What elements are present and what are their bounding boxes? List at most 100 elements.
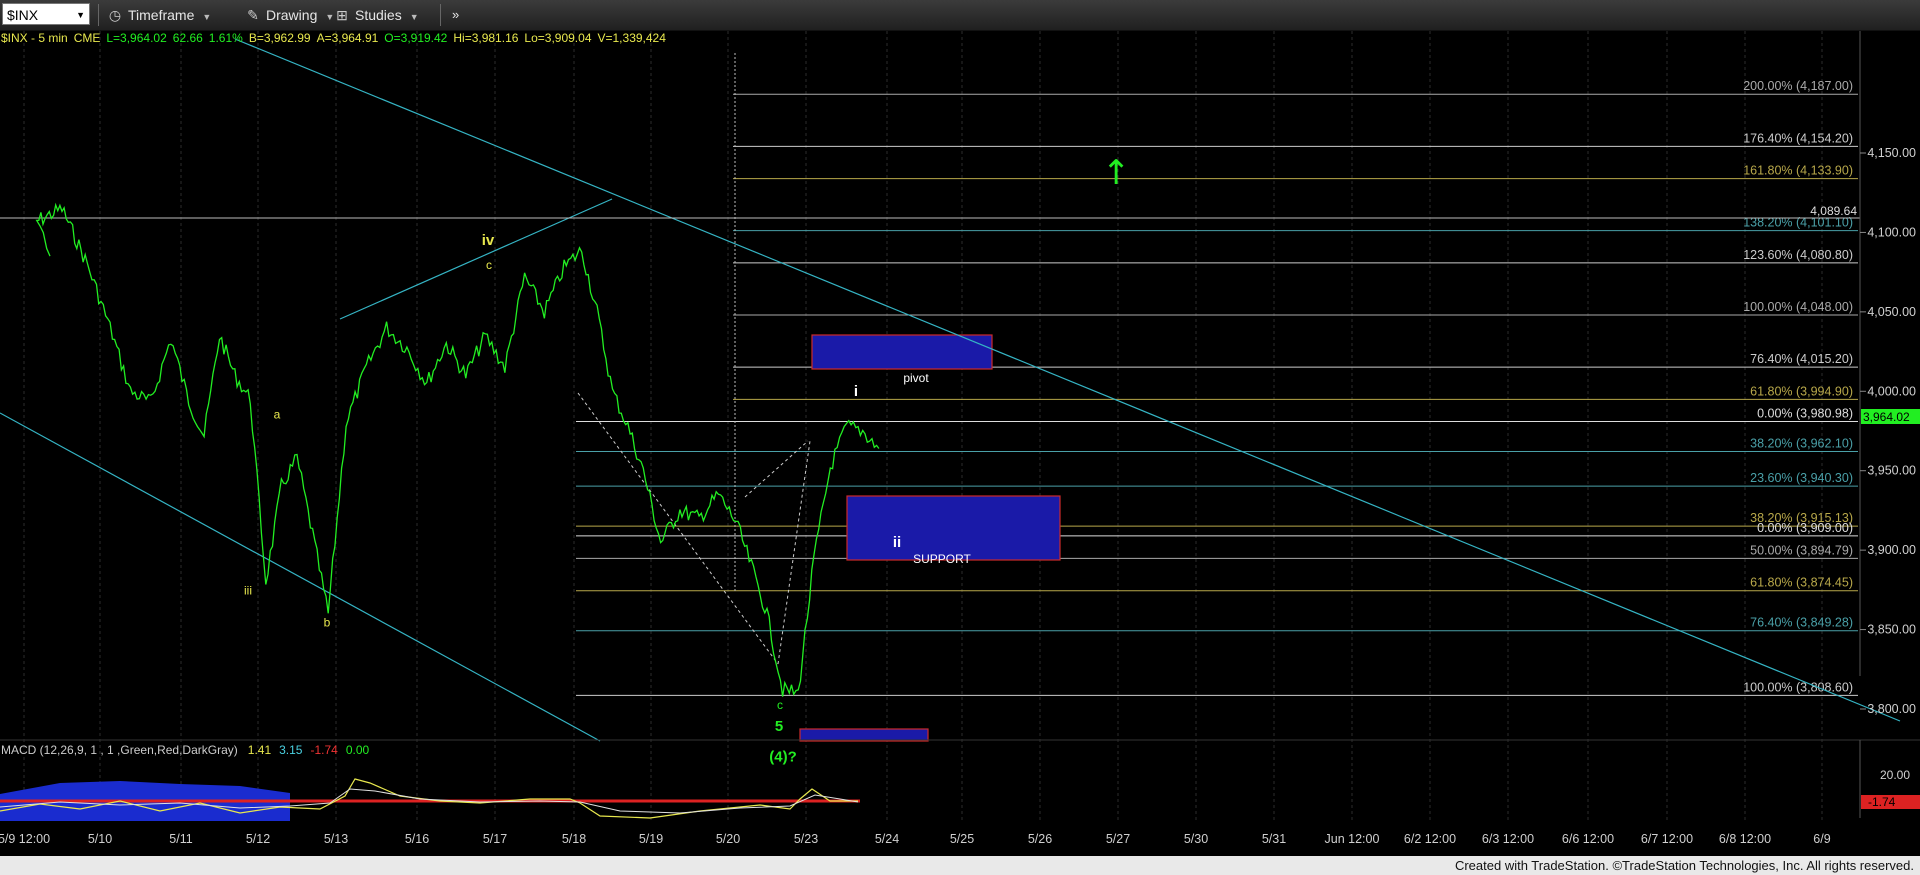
x-tick-label: 5/27 [1106,832,1130,846]
wave-label: a [274,407,281,421]
fib-level-label: 123.60% (4,080.80) [1743,248,1853,262]
toolbar-divider [440,4,441,26]
x-tick-label: 5/19 [639,832,663,846]
fib-level-label: 23.60% (3,940.30) [1750,471,1853,485]
caret-down-icon: ▼ [202,12,212,22]
wave-label: iii [244,584,252,598]
header-change: 62.66 [173,31,203,45]
header-low: Lo=3,909.04 [524,31,591,45]
fib-level-label: 200.00% (4,187.00) [1743,79,1853,93]
chart-area[interactable]: 200.00% (4,187.00) 176.40% (4,154.20) 161.… [0,31,1920,856]
fib-level-label: 161.80% (4,133.90) [1743,164,1853,178]
time-axis[interactable]: 5/9 12:00 5/10 5/11 5/12 5/13 5/16 5/17 5/18 5/1… [0,821,1920,856]
header-change-pct: 1.61% [209,31,243,45]
pivot-box[interactable] [811,334,993,370]
studies-button[interactable]: ⊞ Studies ▼ [333,5,419,25]
x-tick-label: 5/17 [483,832,507,846]
chart-background [0,31,1920,856]
double-chevron-right-icon[interactable]: » [452,5,459,25]
studies-label: Studies [355,7,402,23]
x-tick-label: 6/3 12:00 [1482,832,1534,846]
x-tick-label: 6/9 [1813,832,1830,846]
header-last: L=3,964.02 [106,31,167,45]
x-tick-label: 5/10 [88,832,112,846]
macd-value-3: -1.74 [310,743,338,757]
wave-label: c [486,258,492,272]
header-symbol: $INX - 5 min [1,31,68,45]
fib-level-label: 76.40% (4,015.20) [1750,352,1853,366]
y-tick-label: 4,000.00 [1867,384,1916,398]
copyright-text: Created with TradeStation. ©TradeStation… [1454,858,1914,873]
x-tick-label: 5/24 [875,832,899,846]
x-tick-label: 6/7 12:00 [1641,832,1693,846]
wave-label: pivot [903,371,929,385]
chevron-down-icon[interactable]: ▼ [76,4,85,26]
fib-level-label: 38.20% (3,962.10) [1750,436,1853,450]
y-tick-label: 3,850.00 [1867,623,1916,637]
x-tick-label: 5/30 [1184,832,1208,846]
x-tick-label: 5/26 [1028,832,1052,846]
header-bid: B=3,962.99 [249,31,311,45]
footer: Created with TradeStation. ©TradeStation… [0,856,1920,875]
y-tick-label: 4,100.00 [1867,225,1916,239]
drawing-button[interactable]: ✎ Drawing ▼ [244,5,334,25]
y-tick-label: 3,900.00 [1867,543,1916,557]
timeframe-button[interactable]: ◷ Timeframe ▼ [106,5,211,25]
header-ask: A=3,964.91 [317,31,379,45]
symbol-value: $INX [7,7,39,23]
wave-label: SUPPORT [913,552,971,566]
fib-level-label: 61.80% (3,874.45) [1750,576,1853,590]
clock-icon: ◷ [108,7,122,23]
x-tick-label: 6/8 12:00 [1719,832,1771,846]
fib-level-label: 0.00% (3,909.00) [1757,521,1853,535]
up-arrow-icon: ↑ [1102,153,1131,193]
studies-icon: ⊞ [336,7,348,23]
pencil-icon: ✎ [247,7,259,23]
macd-value-1: 1.41 [248,743,272,757]
caret-down-icon: ▼ [409,12,419,22]
x-tick-label: 5/31 [1262,832,1286,846]
y-tick-label: 4,050.00 [1867,305,1916,319]
x-tick-label: Jun 12:00 [1325,832,1380,846]
toolbar: $INX ▼ ◷ Timeframe ▼ ✎ Drawing ▼ ⊞ Studies ▼ » [0,0,1920,31]
y-tick-label: 3,800.00 [1867,702,1916,716]
fib-level-label: 0.00% (3,980.98) [1757,407,1853,421]
wave-label: ii [893,534,901,551]
x-tick-label: 5/25 [950,832,974,846]
x-tick-label: 5/11 [169,832,192,846]
macd-value-2: 3.15 [279,743,303,757]
x-tick-label: 5/13 [324,832,348,846]
wave-label: i [854,383,858,400]
level-4089-label: 4,089.64 [1810,204,1857,218]
support-box[interactable] [846,495,1061,561]
fib-level-label: 61.80% (3,994.90) [1750,384,1853,398]
y-tick-label: 3,950.00 [1867,464,1916,478]
fib-level-label: 100.00% (4,048.00) [1743,300,1853,314]
macd-title: MACD (12,26,9, 1 , 1 ,Green,Red,DarkGray… [1,743,238,757]
fib-level-label: 176.40% (4,154.20) [1743,131,1853,145]
fib-level-label: 76.40% (3,849.28) [1750,616,1853,630]
timeframe-label: Timeframe [128,7,195,23]
fib-level-label: 100.00% (3,808.60) [1743,680,1853,694]
svg-text:MACD (12,26,9, 1 , 1 ,Green,Re: MACD (12,26,9, 1 , 1 ,Green,Red,DarkGray… [1,743,370,757]
x-tick-label: 5/20 [716,832,740,846]
wave-label: b [324,615,331,629]
symbol-selector[interactable]: $INX ▼ [2,3,90,25]
x-tick-label: 5/23 [794,832,818,846]
header-exchange: CME [74,31,101,45]
header-open: O=3,919.42 [384,31,447,45]
x-tick-label: 6/6 12:00 [1562,832,1614,846]
toolbar-divider [98,4,99,26]
y-tick-label: 4,150.00 [1867,146,1916,160]
wave-label: c [777,698,783,712]
x-tick-label: 5/18 [562,832,586,846]
x-tick-label: 5/16 [405,832,429,846]
wave-label: 5 [775,718,783,735]
wave-label: iv [482,232,495,249]
x-tick-label: 5/12 [246,832,270,846]
macd-value-4: 0.00 [346,743,370,757]
lower-box[interactable] [799,728,929,742]
header-volume: V=1,339,424 [598,31,667,45]
header-high: Hi=3,981.16 [453,31,518,45]
drawing-label: Drawing [266,7,318,23]
